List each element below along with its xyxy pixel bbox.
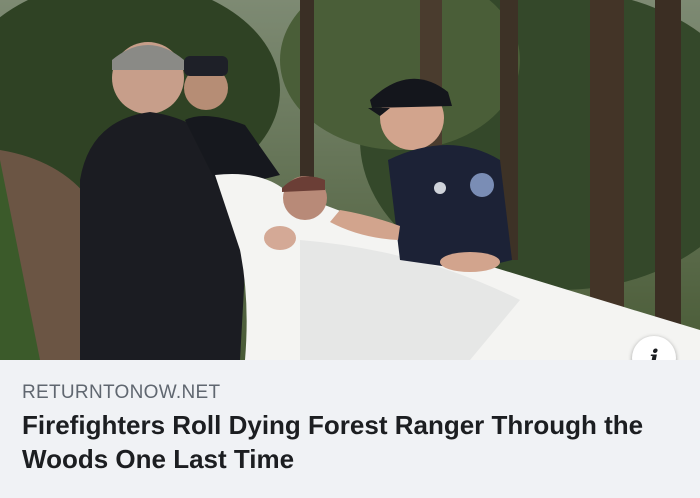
- article-photo[interactable]: [0, 0, 700, 360]
- forest-scene-image: [0, 0, 700, 360]
- article-headline[interactable]: Firefighters Roll Dying Forest Ranger Th…: [22, 408, 662, 476]
- link-preview-footer[interactable]: RETURNTONOW.NET Firefighters Roll Dying …: [0, 360, 700, 498]
- link-preview-card[interactable]: i RETURNTONOW.NET Firefighters Roll Dyin…: [0, 0, 700, 498]
- source-domain: RETURNTONOW.NET: [22, 382, 221, 403]
